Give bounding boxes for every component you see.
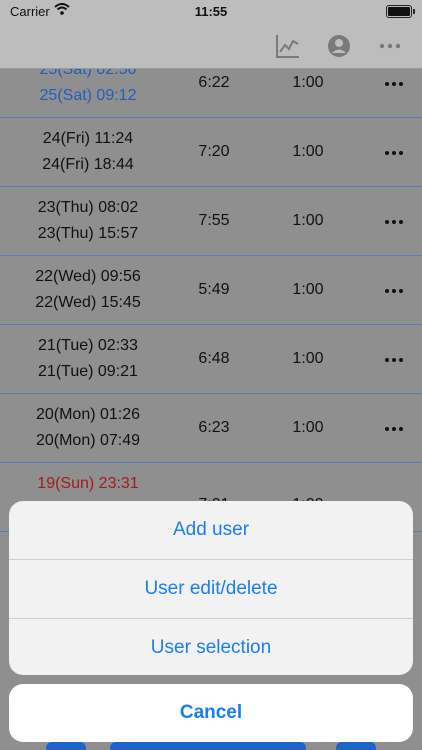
- cancel-button[interactable]: Cancel: [9, 684, 413, 742]
- list-item[interactable]: 23(Thu) 08:02 23(Thu) 15:57 7:55 1:00: [0, 187, 422, 256]
- end-time: 23(Thu) 15:57: [37, 225, 139, 242]
- start-time: 23(Thu) 08:02: [37, 199, 139, 216]
- row-more-icon[interactable]: [384, 353, 404, 365]
- user-edit-delete-button[interactable]: User edit/delete: [9, 560, 413, 619]
- end-time: 25(Sat) 09:12: [39, 87, 137, 104]
- row-more-icon[interactable]: [384, 215, 404, 227]
- end-time: 21(Tue) 09:21: [38, 363, 138, 380]
- status-bar: Carrier 11:55: [0, 0, 422, 24]
- duration-value: 5:49: [198, 281, 230, 298]
- row-more-icon[interactable]: [384, 146, 404, 158]
- user-selection-button[interactable]: User selection: [9, 619, 413, 675]
- interval-value: 1:00: [292, 350, 324, 367]
- row-more-icon[interactable]: [384, 422, 404, 434]
- action-sheet: Add user User edit/delete User selection: [9, 501, 413, 675]
- list-item[interactable]: 22(Wed) 09:56 22(Wed) 15:45 5:49 1:00: [0, 256, 422, 325]
- start-time: 19(Sun) 23:31: [37, 475, 139, 492]
- interval-value: 1:00: [292, 143, 324, 160]
- start-time: 20(Mon) 01:26: [35, 406, 141, 423]
- bottom-bar-button[interactable]: [110, 742, 306, 750]
- start-time: 21(Tue) 02:33: [38, 337, 138, 354]
- clock-time: 11:55: [194, 4, 228, 19]
- bottom-bar-button[interactable]: [46, 742, 86, 750]
- interval-value: 1:00: [292, 212, 324, 229]
- interval-value: 1:00: [292, 419, 324, 436]
- more-icon[interactable]: [376, 32, 404, 60]
- battery-icon: [386, 5, 415, 18]
- end-time: 24(Fri) 18:44: [42, 156, 134, 173]
- account-icon[interactable]: [325, 32, 353, 60]
- end-time: 20(Mon) 07:49: [35, 432, 141, 449]
- duration-value: 6:23: [198, 419, 230, 436]
- duration-value: 7:55: [198, 212, 230, 229]
- end-time: 22(Wed) 15:45: [35, 294, 141, 311]
- start-time: 22(Wed) 09:56: [35, 268, 141, 285]
- start-time: 24(Fri) 11:24: [42, 130, 134, 147]
- list-item[interactable]: 24(Fri) 11:24 24(Fri) 18:44 7:20 1:00: [0, 118, 422, 187]
- sleep-record-list: 25(Sat) 02:50 25(Sat) 09:12 6:22 1:00 24…: [0, 49, 422, 532]
- row-more-icon[interactable]: [384, 77, 404, 89]
- chart-icon[interactable]: [274, 32, 302, 60]
- list-item[interactable]: 20(Mon) 01:26 20(Mon) 07:49 6:23 1:00: [0, 394, 422, 463]
- navigation-bar: [0, 24, 422, 69]
- duration-value: 6:48: [198, 350, 230, 367]
- duration-value: 7:20: [198, 143, 230, 160]
- row-more-icon[interactable]: [384, 284, 404, 296]
- list-item[interactable]: 21(Tue) 02:33 21(Tue) 09:21 6:48 1:00: [0, 325, 422, 394]
- bottom-bar-button[interactable]: [336, 742, 376, 750]
- add-user-button[interactable]: Add user: [9, 501, 413, 560]
- interval-value: 1:00: [292, 281, 324, 298]
